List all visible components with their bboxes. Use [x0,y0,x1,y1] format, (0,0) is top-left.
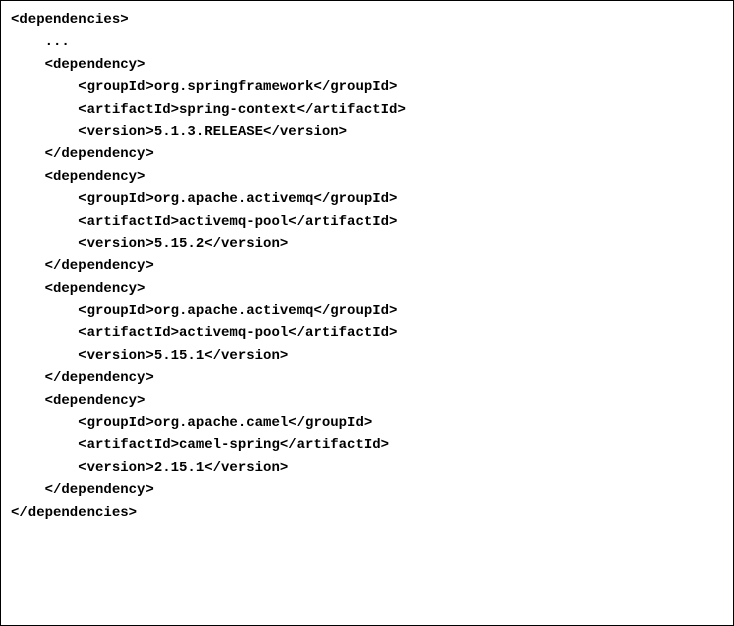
code-line: <dependency> [11,166,723,188]
code-line: </dependencies> [11,502,723,524]
code-line: <dependency> [11,54,723,76]
code-line: <artifactId>camel-spring</artifactId> [11,434,723,456]
code-line: </dependency> [11,479,723,501]
code-line: <version>5.15.2</version> [11,233,723,255]
code-line: <groupId>org.springframework</groupId> [11,76,723,98]
code-line: <version>5.1.3.RELEASE</version> [11,121,723,143]
code-line: </dependency> [11,255,723,277]
code-line: <version>5.15.1</version> [11,345,723,367]
code-line: <artifactId>activemq-pool</artifactId> [11,322,723,344]
code-line: <groupId>org.apache.camel</groupId> [11,412,723,434]
code-line: <artifactId>spring-context</artifactId> [11,99,723,121]
code-line: <dependencies> [11,9,723,31]
code-line: </dependency> [11,143,723,165]
code-line: <artifactId>activemq-pool</artifactId> [11,211,723,233]
code-line: <groupId>org.apache.activemq</groupId> [11,300,723,322]
code-line: ... [11,31,723,53]
code-line: <version>2.15.1</version> [11,457,723,479]
code-line: <dependency> [11,390,723,412]
code-block: <dependencies> ... <dependency> <groupId… [0,0,734,626]
code-line: <groupId>org.apache.activemq</groupId> [11,188,723,210]
code-line: </dependency> [11,367,723,389]
code-line: <dependency> [11,278,723,300]
